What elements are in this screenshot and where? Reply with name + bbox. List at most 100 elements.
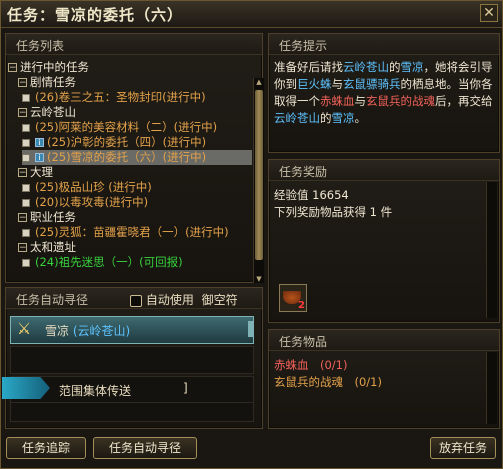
reward-panel: 任务奖励 经验值 16654 下列奖励物品获得 1 件 2	[268, 159, 500, 323]
path-empty-row[interactable]	[10, 402, 254, 422]
reward-scrollbar[interactable]	[486, 182, 497, 318]
hint-segment: 云岭苍山	[274, 111, 320, 125]
hint-segment: 玄鼠骠骑兵	[343, 77, 401, 91]
tree-quest-item[interactable]: (25)阿莱的美容材料（二）(进行中)	[22, 120, 252, 135]
path-empty-row[interactable]	[10, 346, 254, 374]
hint-text: 准备好后请找云岭苍山的雪凉，她将会引导你到巨火蛛与玄鼠骠骑兵的栖息地。当你各取得…	[274, 59, 500, 127]
hint-segment: 的	[389, 60, 401, 74]
collapse-toggle-icon[interactable]: −	[18, 243, 27, 253]
reward-item-slot[interactable]: 2	[279, 284, 307, 312]
tree-item-label: 职业任务	[30, 210, 76, 224]
collapse-toggle-icon[interactable]: −	[18, 78, 27, 88]
scroll-up-arrow-icon[interactable]: ▲	[254, 78, 264, 86]
scroll-down-arrow-icon[interactable]: ▼	[254, 275, 264, 283]
quest-window: 任务：雪凉的委托（六） ✕ 任务列表 − 进行中的任务 − 剧情任务 (26)卷三之五：…	[0, 0, 503, 469]
hint-segment: 巨火蛛	[297, 77, 332, 91]
quest-bullet-icon	[22, 258, 30, 267]
tree-quest-item[interactable]: (24)祖先迷思（一）(可回报)	[22, 255, 252, 270]
tree-item-label: 太和遗址	[30, 240, 76, 254]
hint-segment: 与	[331, 77, 344, 91]
reward-items-line: 下列奖励物品获得 1 件	[274, 205, 393, 219]
quest-bullet-icon	[22, 138, 30, 147]
path-npc-place: (云岭苍山)	[72, 324, 131, 338]
range-teleport-label: 范围集体传送	[59, 384, 132, 398]
auto-path-button[interactable]: 任务自动寻径	[93, 437, 197, 459]
quest-list-scrollbar[interactable]: ▲ ▼	[253, 78, 264, 283]
auto-path-title: 任务自动寻径	[16, 293, 89, 307]
hint-segment: 赤蛛血	[320, 94, 355, 108]
quest-items-panel: 任务物品 赤蛛血 (0/1) 玄鼠兵的战魂 (0/1)	[268, 329, 500, 429]
hint-segment: 玄鼠兵的战魂	[366, 94, 435, 108]
teleport-arrow-icon	[2, 377, 50, 399]
tree-quest-item[interactable]: (25)极品山珍 (进行中)	[22, 180, 252, 195]
hint-segment: 的	[320, 111, 332, 125]
abandon-quest-button[interactable]: 放弃任务	[430, 437, 496, 459]
window-title: 任务：雪凉的委托（六）	[7, 6, 184, 24]
path-teleport-row[interactable]: 范围集体传送 ]	[2, 376, 254, 404]
tree-group[interactable]: − 进行中的任务	[8, 60, 252, 75]
tree-item-label: (20)以毒攻毒(进行中)	[35, 195, 149, 209]
tree-group[interactable]: − 剧情任务	[18, 75, 252, 90]
hint-segment: 后，再交给	[435, 94, 493, 108]
collapse-toggle-icon[interactable]: −	[18, 213, 27, 223]
tree-item-label: (25)阿莱的美容材料（二）(进行中)	[35, 120, 218, 134]
path-target-row[interactable]: ⚔ 雪凉 (云岭苍山)	[10, 316, 254, 344]
collapse-toggle-icon[interactable]: −	[18, 168, 27, 178]
mount-label: 御空符	[201, 293, 238, 307]
quest-items-scrollbar[interactable]	[486, 352, 497, 424]
quest-list-title: 任务列表	[16, 39, 65, 53]
close-button[interactable]: ✕	[480, 4, 498, 22]
collapse-toggle-icon[interactable]: −	[18, 108, 27, 118]
hint-panel: 任务提示 准备好后请找云岭苍山的雪凉，她将会引导你到巨火蛛与玄鼠骠骑兵的栖息地。…	[268, 33, 500, 153]
scroll-thumb[interactable]	[255, 90, 263, 260]
quest-items-title: 任务物品	[279, 335, 328, 349]
quest-items-header: 任务物品	[269, 330, 499, 351]
hint-header: 任务提示	[269, 34, 499, 55]
auto-use-checkbox[interactable]	[130, 294, 142, 307]
quest-bullet-icon	[22, 198, 30, 207]
collapse-toggle-icon[interactable]: −	[8, 63, 17, 73]
tree-group[interactable]: − 太和遗址	[18, 240, 252, 255]
hint-segment: 。	[354, 111, 367, 125]
hint-segment: 雪凉	[331, 111, 355, 125]
tree-quest-item[interactable]: i (25)沪彰的委托（四）(进行中)	[22, 135, 252, 150]
reward-header: 任务奖励	[269, 160, 499, 181]
quest-list-panel: 任务列表 − 进行中的任务 − 剧情任务 (26)卷三之五：圣物封印(进行中) − 云岭苍山…	[5, 33, 264, 283]
tree-item-label: 进行中的任务	[20, 60, 89, 74]
bracket-icon: ]	[183, 381, 188, 395]
hint-segment: 准备好后请找	[274, 60, 343, 74]
crossed-swords-icon: ⚔	[16, 319, 32, 338]
tree-item-label: 云岭苍山	[30, 105, 76, 119]
tree-group[interactable]: − 大理	[18, 165, 252, 180]
info-icon: i	[35, 138, 44, 147]
quest-tree: − 进行中的任务 − 剧情任务 (26)卷三之五：圣物封印(进行中) − 云岭苍山 (25)阿…	[8, 57, 252, 317]
tree-item-label: (24)祖先迷思（一）(可回报)	[35, 255, 183, 269]
auto-path-header: 任务自动寻径 自动使用 御空符	[6, 288, 262, 309]
tree-quest-item[interactable]: (25)灵狐：苗疆霍晓君（一）(进行中)	[22, 225, 252, 240]
tree-quest-item[interactable]: i (25)雪凉的委托（六）(进行中)	[22, 150, 252, 165]
path-npc-name: 雪凉	[45, 324, 70, 338]
hint-title: 任务提示	[279, 39, 328, 53]
quest-bullet-icon	[22, 183, 30, 192]
info-icon: i	[35, 153, 44, 162]
tree-item-label: (26)卷三之五：圣物封印(进行中)	[35, 90, 206, 104]
tree-item-label: (25)灵狐：苗疆霍晓君（一）(进行中)	[35, 225, 229, 239]
quest-bullet-icon	[22, 153, 30, 162]
auto-path-panel: 任务自动寻径 自动使用 御空符 ⚔ 雪凉 (云岭苍山) 范围集体传送 ]	[2, 287, 263, 429]
quest-bullet-icon	[22, 123, 30, 132]
tree-quest-item[interactable]: (26)卷三之五：圣物封印(进行中)	[22, 90, 252, 105]
tree-item-label: (25)雪凉的委托（六）(进行中)	[47, 150, 207, 164]
tree-group[interactable]: − 云岭苍山	[18, 105, 252, 120]
auto-use-toggle[interactable]: 自动使用 御空符	[130, 291, 238, 308]
tree-item-label: (25)极品山珍 (进行中)	[35, 180, 152, 194]
quest-items-list: 赤蛛血 (0/1) 玄鼠兵的战魂 (0/1)	[274, 357, 500, 391]
tree-quest-item[interactable]: (20)以毒攻毒(进行中)	[22, 195, 252, 210]
reward-exp: 经验值 16654	[274, 188, 349, 202]
track-quest-button[interactable]: 任务追踪	[6, 437, 86, 459]
reward-item-count: 2	[298, 300, 305, 311]
hint-segment: 云岭苍山	[343, 60, 389, 74]
tree-group[interactable]: − 职业任务	[18, 210, 252, 225]
quest-bullet-icon	[22, 93, 30, 102]
title-bar[interactable]: 任务：雪凉的委托（六） ✕	[1, 1, 502, 28]
quest-item-entry: 玄鼠兵的战魂 (0/1)	[274, 375, 382, 389]
